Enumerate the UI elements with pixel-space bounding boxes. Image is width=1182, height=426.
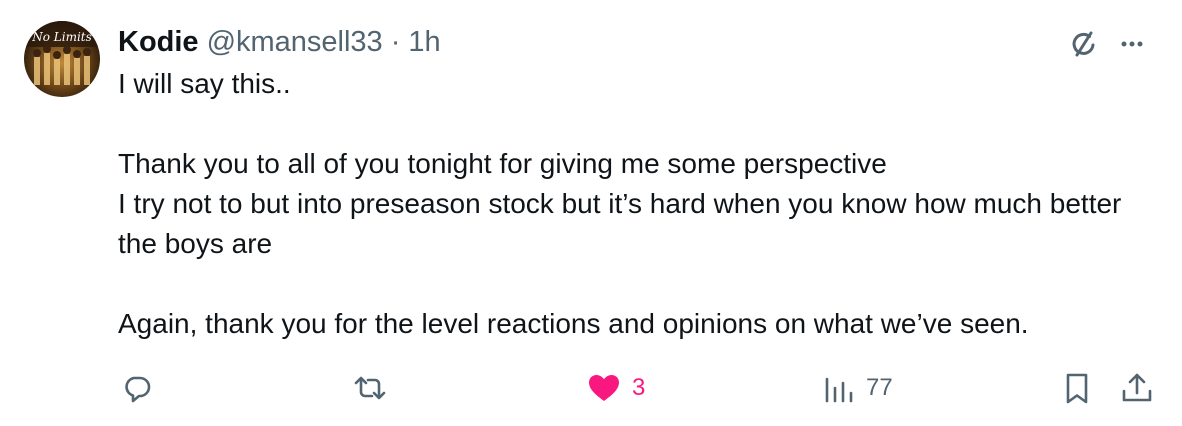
views-icon — [825, 377, 853, 403]
tweet-paragraph-spacer — [118, 104, 1158, 144]
tweet-paragraph: Thank you to all of you tonight for givi… — [118, 148, 1122, 259]
reply-button[interactable] — [120, 364, 154, 412]
tweet-header: Kodie @kmansell33 · 1h — [118, 24, 441, 60]
avatar[interactable]: No Limits — [24, 21, 100, 97]
tweet-paragraph-spacer — [118, 264, 1158, 304]
bookmark-button[interactable] — [1060, 364, 1094, 412]
grok-icon[interactable] — [1064, 24, 1104, 64]
tweet: No Limits Kodie @kmansell33 · 1h I will … — [0, 0, 1182, 426]
share-button[interactable] — [1120, 364, 1154, 412]
tweet-paragraph: I will say this.. — [118, 68, 291, 99]
bookmark-icon — [1066, 373, 1088, 404]
reply-icon — [125, 376, 151, 403]
tweet-paragraph: Again, thank you for the level reactions… — [118, 308, 1029, 339]
separator-dot: · — [390, 25, 401, 58]
share-icon — [1122, 373, 1152, 402]
avatar-logo-text: No Limits — [31, 30, 92, 44]
author-name[interactable]: Kodie — [118, 26, 199, 59]
tweet-time[interactable]: 1h — [408, 26, 440, 59]
retweet-icon — [354, 376, 386, 400]
author-handle[interactable]: @kmansell33 — [207, 26, 383, 59]
views-button[interactable]: 77 — [822, 364, 893, 412]
heart-icon — [589, 375, 619, 401]
views-count: 77 — [866, 374, 893, 401]
tweet-actions: 3 77 — [118, 364, 1158, 412]
retweet-button[interactable] — [352, 364, 388, 412]
like-button[interactable]: 3 — [586, 364, 645, 412]
tweet-text: I will say this.. Thank you to all of yo… — [118, 64, 1158, 344]
avatar-image: No Limits — [24, 21, 100, 97]
more-options-icon[interactable] — [1112, 24, 1152, 64]
like-count: 3 — [632, 374, 646, 401]
